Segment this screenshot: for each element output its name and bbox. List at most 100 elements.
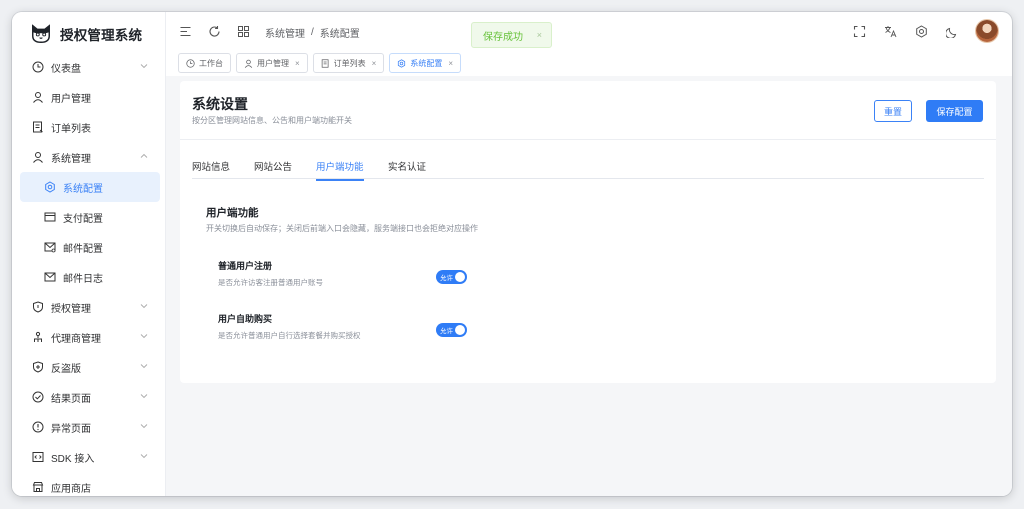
sidebar-item-orders[interactable]: 订单列表 bbox=[12, 112, 166, 142]
chevron-down-icon bbox=[140, 394, 148, 399]
setting-title: 普通用户注册 bbox=[218, 261, 273, 271]
order-list-icon bbox=[32, 121, 44, 133]
page-tabs: 工作台 用户管理 × 订单列表 × 系统配置 × bbox=[166, 50, 1012, 76]
sidebar-item-label: 异常页面 bbox=[51, 423, 91, 435]
sidebar-item-label: 邮件日志 bbox=[63, 273, 103, 285]
close-icon[interactable]: × bbox=[295, 59, 300, 68]
page-tab-label: 订单列表 bbox=[333, 58, 366, 68]
settings-tabs: 网站信息 网站公告 用户端功能 实名认证 bbox=[192, 155, 984, 181]
sidebar: 授权管理系统 仪表盘 用户管理 订单列表 系统管理 系统配置 支付配置 邮件配置… bbox=[12, 12, 166, 496]
settings-icon[interactable] bbox=[914, 24, 928, 38]
tab-client-features[interactable]: 用户端功能 bbox=[316, 159, 364, 181]
user-icon bbox=[32, 91, 44, 103]
translate-icon[interactable] bbox=[883, 24, 897, 38]
page-tab-system-config[interactable]: 系统配置 × bbox=[389, 53, 462, 73]
self-purchase-switch[interactable]: 允许 bbox=[436, 323, 467, 337]
settings-icon bbox=[44, 181, 56, 193]
cat-logo-icon bbox=[32, 24, 50, 43]
save-config-button[interactable]: 保存配置 bbox=[926, 100, 983, 122]
sidebar-item-label: 反盗版 bbox=[51, 363, 81, 375]
page-tab-workbench[interactable]: 工作台 bbox=[178, 53, 231, 73]
sidebar-item-antipiracy[interactable]: 反盗版 bbox=[12, 352, 166, 382]
breadcrumb-separator: / bbox=[311, 27, 314, 38]
shield-icon bbox=[32, 301, 44, 313]
payment-icon bbox=[44, 211, 56, 223]
alert-circle-icon bbox=[32, 421, 44, 433]
sidebar-item-mail-config[interactable]: 邮件配置 bbox=[12, 232, 166, 262]
sidebar-item-license[interactable]: 授权管理 bbox=[12, 292, 166, 322]
org-icon bbox=[32, 331, 44, 343]
tab-site-announcement[interactable]: 网站公告 bbox=[254, 159, 292, 179]
sidebar-item-label: SDK 接入 bbox=[51, 453, 95, 465]
sidebar-item-label: 支付配置 bbox=[63, 213, 103, 225]
chevron-up-icon bbox=[140, 153, 148, 158]
mail-settings-icon bbox=[44, 241, 56, 253]
sidebar-item-app-store[interactable]: 应用商店 bbox=[12, 472, 166, 496]
user-avatar[interactable] bbox=[976, 20, 998, 42]
close-icon[interactable]: × bbox=[537, 30, 542, 40]
sidebar-item-sdk[interactable]: SDK 接入 bbox=[12, 442, 166, 472]
page-tab-users[interactable]: 用户管理 × bbox=[236, 53, 308, 73]
sidebar-item-label: 订单列表 bbox=[51, 123, 91, 135]
brand[interactable]: 授权管理系统 bbox=[30, 20, 142, 48]
page-title: 系统设置 bbox=[192, 96, 248, 112]
toast-message: 保存成功 bbox=[483, 31, 523, 43]
sidebar-item-result-pages[interactable]: 结果页面 bbox=[12, 382, 166, 412]
breadcrumb-item-system[interactable]: 系统管理 bbox=[265, 25, 305, 40]
chevron-down-icon bbox=[140, 304, 148, 309]
sidebar-item-error-pages[interactable]: 异常页面 bbox=[12, 412, 166, 442]
menu-fold-icon[interactable] bbox=[178, 24, 192, 38]
success-toast: 保存成功 × bbox=[471, 22, 552, 48]
chevron-down-icon bbox=[140, 64, 148, 69]
sidebar-item-users[interactable]: 用户管理 bbox=[12, 82, 166, 112]
switch-knob bbox=[455, 325, 465, 335]
page-tab-label: 工作台 bbox=[199, 58, 223, 68]
page-tab-label: 用户管理 bbox=[257, 58, 289, 68]
app-title: 授权管理系统 bbox=[60, 28, 143, 43]
sidebar-item-system-config[interactable]: 系统配置 bbox=[20, 172, 160, 202]
user-icon bbox=[244, 59, 253, 68]
close-icon[interactable]: × bbox=[372, 59, 377, 68]
sidebar-item-system[interactable]: 系统管理 bbox=[12, 142, 166, 172]
settings-icon bbox=[398, 58, 406, 68]
sidebar-item-label: 仪表盘 bbox=[51, 63, 81, 75]
reset-button[interactable]: 重置 bbox=[874, 100, 912, 122]
sidebar-item-label: 应用商店 bbox=[51, 483, 91, 495]
sidebar-item-dashboard[interactable]: 仪表盘 bbox=[12, 52, 166, 82]
settings-card: 系统设置 按分区管理网站信息、公告和用户端功能开关 重置 保存配置 网站信息 网… bbox=[180, 81, 996, 383]
sidebar-item-agents[interactable]: 代理商管理 bbox=[12, 322, 166, 352]
sidebar-menu: 仪表盘 用户管理 订单列表 系统管理 系统配置 支付配置 邮件配置 邮件日志 授… bbox=[12, 52, 166, 496]
clock-icon bbox=[186, 58, 195, 68]
sidebar-item-payment-config[interactable]: 支付配置 bbox=[12, 202, 166, 232]
chevron-down-icon bbox=[140, 364, 148, 369]
sidebar-item-label: 系统管理 bbox=[51, 153, 91, 165]
grid-icon[interactable] bbox=[236, 24, 250, 38]
section-description: 开关切换后自动保存；关闭后前端入口会隐藏，服务端接口也会拒绝对应操作 bbox=[206, 224, 478, 233]
page-tab-orders[interactable]: 订单列表 × bbox=[312, 53, 385, 73]
sidebar-item-label: 结果页面 bbox=[51, 393, 91, 405]
tab-real-name-auth[interactable]: 实名认证 bbox=[388, 159, 426, 179]
sidebar-item-label: 邮件配置 bbox=[63, 243, 103, 255]
app-window: 授权管理系统 仪表盘 用户管理 订单列表 系统管理 系统配置 支付配置 邮件配置… bbox=[12, 12, 1012, 496]
close-icon[interactable]: × bbox=[448, 59, 453, 68]
breadcrumb-item-system-config: 系统配置 bbox=[319, 29, 360, 40]
sidebar-item-label: 授权管理 bbox=[51, 303, 91, 315]
chevron-down-icon bbox=[140, 334, 148, 339]
chevron-down-icon bbox=[140, 424, 148, 429]
switch-knob bbox=[455, 272, 465, 282]
code-icon bbox=[32, 451, 44, 463]
sidebar-item-mail-log[interactable]: 邮件日志 bbox=[12, 262, 166, 292]
breadcrumb: 系统管理 / 系统配置 bbox=[265, 25, 360, 40]
check-circle-icon bbox=[32, 391, 44, 403]
topbar: 系统管理 / 系统配置 保存成功 × bbox=[166, 12, 1012, 50]
dark-mode-moon-icon[interactable] bbox=[945, 24, 959, 38]
setting-user-registration: 普通用户注册 是否允许访客注册普通用户账号 bbox=[218, 259, 323, 288]
fullscreen-icon[interactable] bbox=[852, 24, 866, 38]
main-content: 系统设置 按分区管理网站信息、公告和用户端功能开关 重置 保存配置 网站信息 网… bbox=[166, 76, 1012, 496]
store-icon bbox=[32, 481, 44, 493]
clock-icon bbox=[32, 61, 44, 73]
user-registration-switch[interactable]: 允许 bbox=[436, 270, 467, 284]
refresh-icon[interactable] bbox=[207, 24, 221, 38]
setting-description: 是否允许访客注册普通用户账号 bbox=[218, 278, 323, 287]
tab-site-info[interactable]: 网站信息 bbox=[192, 159, 230, 179]
